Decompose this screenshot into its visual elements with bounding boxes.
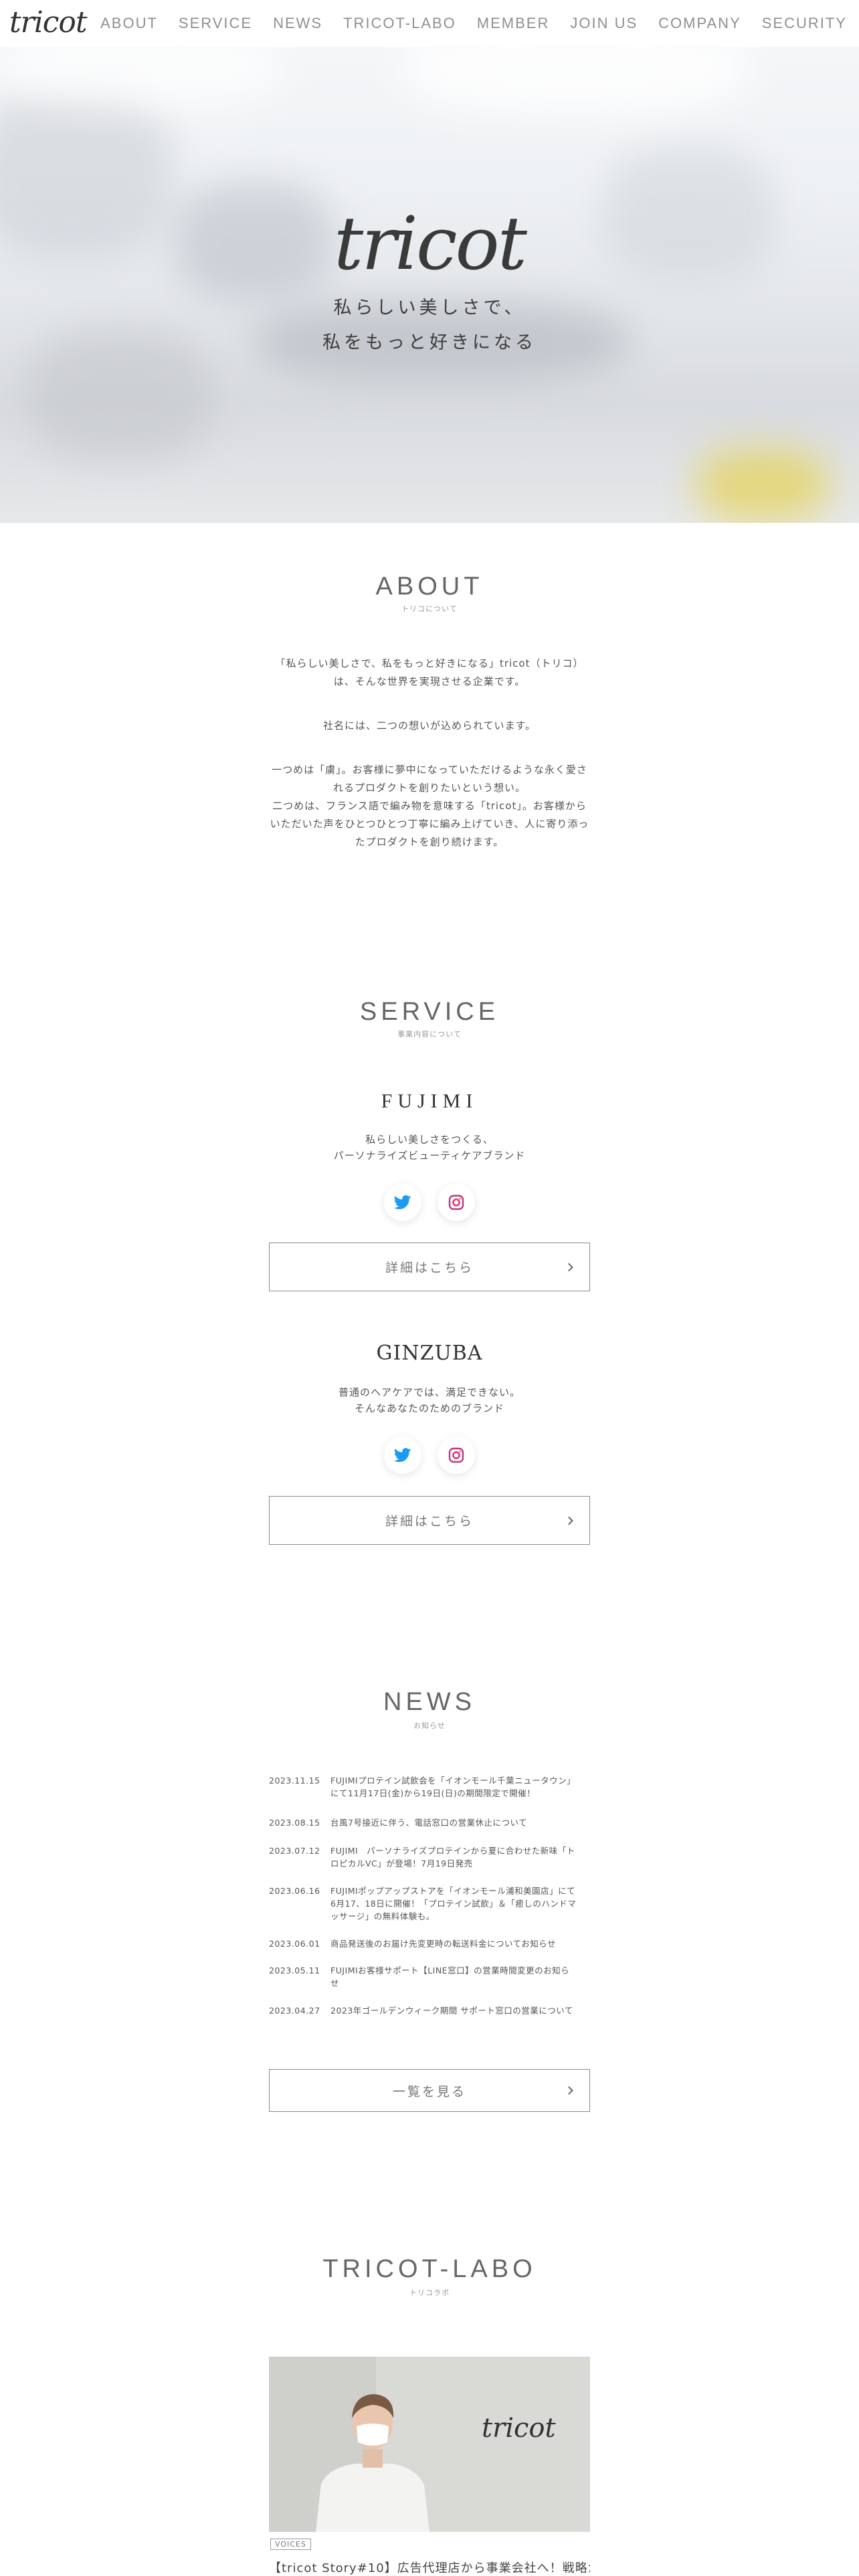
hero-logo: tricot bbox=[333, 201, 527, 286]
hero-tagline-line2: 私をもっと好きになる bbox=[322, 332, 537, 353]
twitter-icon bbox=[394, 1448, 411, 1463]
ginzuba-desc-line1: 普通のヘアケアでは、満足できない。 bbox=[338, 1386, 520, 1398]
fujimi-twitter-link[interactable] bbox=[384, 1184, 421, 1221]
labo-image-logo: tricot bbox=[482, 2413, 556, 2444]
labo-title: TRICOT-LABO bbox=[322, 2255, 537, 2283]
news-headline[interactable]: FUJIMIプロテイン試飲会を「イオンモール千葉ニュータウン」 にて11月17日(… bbox=[330, 1774, 590, 1800]
news-headline[interactable]: 2023年ゴールデンウィーク期間 サポート窓口の営業について bbox=[330, 2004, 590, 2017]
news-date: 2023.07.12 bbox=[269, 1846, 320, 1856]
service-subtitle: 事業内容について bbox=[397, 1030, 462, 1039]
service-title: SERVICE bbox=[359, 998, 500, 1026]
ginzuba-instagram-link[interactable] bbox=[438, 1436, 475, 1474]
fujimi-details-label: 詳細はこちら bbox=[385, 1261, 474, 1275]
news-subtitle: お知らせ bbox=[413, 1721, 446, 1730]
ginzuba-details-label: 詳細はこちら bbox=[385, 1514, 474, 1529]
fujimi-desc-line1: 私らしい美しさをつくる、 bbox=[365, 1134, 494, 1146]
about-line: いただいた声をひとつひとつ丁寧に編み上げていき、人に寄り添っ bbox=[270, 818, 589, 830]
news-item[interactable]: 2023.06.01 商品発送後のお届け先変更時の転送料金についてお知らせ bbox=[269, 1937, 590, 1950]
news-date: 2023.06.16 bbox=[269, 1886, 320, 1896]
article-category-tag: VOICES bbox=[270, 2539, 311, 2550]
news-item[interactable]: 2023.05.11 FUJIMIお客様サポート【LINE窓口】の営業時間変更の… bbox=[269, 1964, 590, 1990]
nav-company[interactable]: COMPANY bbox=[658, 15, 741, 32]
labo-article-title[interactable]: 【tricot Story#10】広告代理店から事業会社へ！戦略から bbox=[269, 2559, 590, 2576]
news-date: 2023.06.01 bbox=[269, 1939, 320, 1949]
about-line: 社名には、二つの想いが込められています。 bbox=[322, 720, 537, 732]
news-list-label: 一覧を見る bbox=[392, 2084, 466, 2099]
news-date: 2023.05.11 bbox=[269, 1965, 320, 1975]
nav-about[interactable]: ABOUT bbox=[100, 15, 158, 32]
chevron-right-icon bbox=[565, 2086, 573, 2095]
header-logo[interactable]: tricot bbox=[9, 5, 88, 39]
twitter-icon bbox=[394, 1195, 411, 1210]
about-title: ABOUT bbox=[375, 572, 484, 601]
news-date: 2023.08.15 bbox=[269, 1818, 320, 1828]
about-line: は、そんな世界を実現させる企業です。 bbox=[333, 675, 526, 687]
chevron-right-icon bbox=[565, 1263, 573, 1271]
about-subtitle: トリコについて bbox=[401, 605, 458, 613]
news-date: 2023.04.27 bbox=[269, 2006, 320, 2016]
nav-tricot-labo[interactable]: TRICOT-LABO bbox=[343, 15, 456, 32]
fujimi-desc-line2: パーソナライズビューティケアブランド bbox=[333, 1150, 526, 1162]
nav-news[interactable]: NEWS bbox=[273, 15, 322, 32]
labo-subtitle: トリコラボ bbox=[409, 2288, 450, 2297]
ginzuba-twitter-link[interactable] bbox=[384, 1436, 421, 1474]
nav-security[interactable]: SECURITY bbox=[762, 15, 847, 32]
nav-member[interactable]: MEMBER bbox=[477, 15, 550, 32]
nav-service[interactable]: SERVICE bbox=[179, 15, 252, 32]
fujimi-details-button[interactable]: 詳細はこちら bbox=[269, 1243, 590, 1291]
news-item[interactable]: 2023.07.12 FUJIMI パーソナライズプロテインから夏に合わせた新味… bbox=[269, 1844, 590, 1870]
news-item[interactable]: 2023.06.16 FUJIMIポップアップストアを「イオンモール浦和美園店」… bbox=[269, 1885, 590, 1923]
instagram-icon bbox=[448, 1447, 464, 1463]
ginzuba-desc-line2: そんなあなたのためのブランド bbox=[354, 1402, 504, 1414]
person-photo: tricot bbox=[269, 2357, 590, 2532]
news-headline[interactable]: FUJIMIポップアップストアを「イオンモール浦和美園店」にて 6月17、18日に… bbox=[330, 1885, 590, 1923]
news-headline[interactable]: 台風7号接近に伴う、電話窓口の営業休止について bbox=[330, 1816, 590, 1829]
about-line: 「私らしい美しさで、私をもっと好きになる」tricot（トリコ） bbox=[275, 657, 584, 669]
global-nav: ABOUT SERVICE NEWS TRICOT-LABO MEMBER JO… bbox=[80, 0, 847, 47]
news-date: 2023.11.15 bbox=[269, 1776, 320, 1786]
ginzuba-brand-name: GINZUBA bbox=[376, 1341, 483, 1365]
ginzuba-details-button[interactable]: 詳細はこちら bbox=[269, 1496, 590, 1545]
news-headline[interactable]: 商品発送後のお届け先変更時の転送料金についてお知らせ bbox=[330, 1937, 590, 1950]
news-headline[interactable]: FUJIMI パーソナライズプロテインから夏に合わせた新味「ト ロピカルVC」が登… bbox=[330, 1844, 590, 1870]
about-line: たプロダクトを創り続けます。 bbox=[355, 836, 504, 848]
news-item[interactable]: 2023.11.15 FUJIMIプロテイン試飲会を「イオンモール千葉ニュータウ… bbox=[269, 1774, 590, 1800]
news-headline[interactable]: FUJIMIお客様サポート【LINE窓口】の営業時間変更のお知らせ bbox=[330, 1964, 590, 1990]
fujimi-instagram-link[interactable] bbox=[438, 1184, 475, 1221]
instagram-icon bbox=[448, 1194, 464, 1210]
hero-tagline-line1: 私らしい美しさで、 bbox=[333, 298, 526, 318]
chevron-right-icon bbox=[565, 1516, 573, 1525]
hero-section: tricot 私らしい美しさで、 私をもっと好きになる bbox=[0, 47, 859, 523]
news-title: NEWS bbox=[383, 1688, 476, 1716]
nav-join-us[interactable]: JOIN US bbox=[570, 15, 638, 32]
news-item[interactable]: 2023.08.15 台風7号接近に伴う、電話窓口の営業休止について bbox=[269, 1816, 590, 1829]
labo-article-thumbnail[interactable]: tricot bbox=[269, 2357, 590, 2532]
site-header: tricot ABOUT SERVICE NEWS TRICOT-LABO ME… bbox=[0, 0, 859, 47]
about-line: れるプロダクトを創りたいという想い。 bbox=[332, 782, 526, 794]
news-list-button[interactable]: 一覧を見る bbox=[269, 2069, 590, 2112]
about-line: 二つめは、フランス語で編み物を意味する「tricot」。お客様から bbox=[272, 800, 587, 812]
fujimi-brand-name: FUJIMI bbox=[381, 1090, 478, 1112]
about-line: 一つめは「虜」。お客様に夢中になっていただけるような永く愛さ bbox=[272, 764, 587, 776]
news-item[interactable]: 2023.04.27 2023年ゴールデンウィーク期間 サポート窓口の営業につい… bbox=[269, 2004, 590, 2017]
